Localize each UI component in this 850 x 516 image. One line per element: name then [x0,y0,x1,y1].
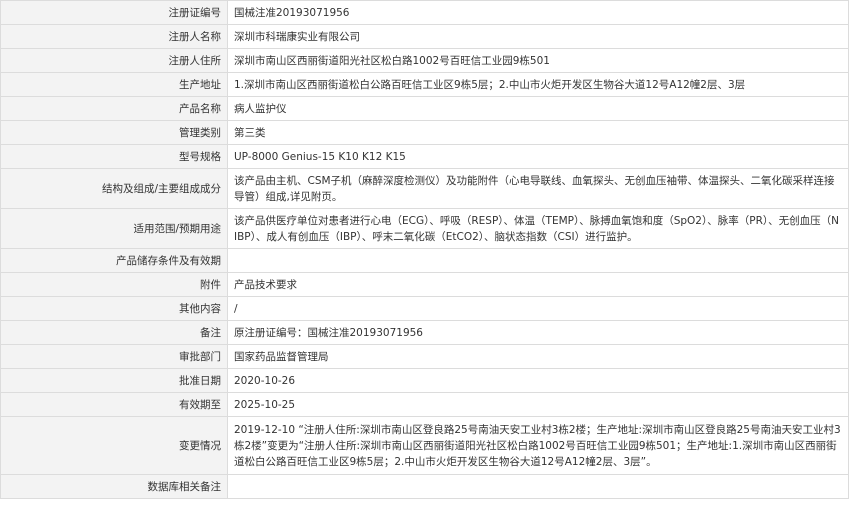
table-row-registrant-name: 注册人名称 深圳市科瑞康实业有限公司 [0,24,849,49]
table-row-registration-number: 注册证编号 国械注准20193071956 [0,0,849,25]
row-value: 深圳市南山区西丽街道阳光社区松白路1002号百旺信工业园9栋501 [227,48,849,73]
row-label: 结构及组成/主要组成成分 [0,168,228,209]
row-label: 注册人名称 [0,24,228,49]
row-label: 变更情况 [0,416,228,475]
table-row-management-category: 管理类别 第三类 [0,120,849,145]
row-value: 1.深圳市南山区西丽街道松白公路百旺信工业区9栋5层；2.中山市火炬开发区生物谷… [227,72,849,97]
table-row-storage-validity: 产品储存条件及有效期 [0,248,849,273]
row-value: 国家药品监督管理局 [227,344,849,369]
row-value [227,248,849,273]
row-label: 产品名称 [0,96,228,121]
table-row-database-remarks: 数据库相关备注 [0,474,849,499]
row-value: 该产品由主机、CSM子机（麻醉深度检测仪）及功能附件（心电导联线、血氧探头、无创… [227,168,849,209]
row-value: 2020-10-26 [227,368,849,393]
row-value: 病人监护仪 [227,96,849,121]
row-label: 适用范围/预期用途 [0,208,228,249]
row-value: 国械注准20193071956 [227,0,849,25]
table-row-product-name: 产品名称 病人监护仪 [0,96,849,121]
row-value: 该产品供医疗单位对患者进行心电（ECG）、呼吸（RESP）、体温（TEMP）、脉… [227,208,849,249]
row-label: 有效期至 [0,392,228,417]
row-label: 其他内容 [0,296,228,321]
row-value: 2025-10-25 [227,392,849,417]
row-label: 附件 [0,272,228,297]
table-row-other-content: 其他内容 / [0,296,849,321]
table-row-approval-department: 审批部门 国家药品监督管理局 [0,344,849,369]
row-value: UP-8000 Genius-15 K10 K12 K15 [227,144,849,169]
table-row-attachment: 附件 产品技术要求 [0,272,849,297]
table-row-remarks: 备注 原注册证编号：国械注准20193071956 [0,320,849,345]
row-value: 2019-12-10 “注册人住所:深圳市南山区登良路25号南油天安工业村3栋2… [227,416,849,475]
row-label: 审批部门 [0,344,228,369]
row-label: 备注 [0,320,228,345]
row-label: 数据库相关备注 [0,474,228,499]
row-label: 注册证编号 [0,0,228,25]
table-row-registrant-address: 注册人住所 深圳市南山区西丽街道阳光社区松白路1002号百旺信工业园9栋501 [0,48,849,73]
table-row-structure-composition: 结构及组成/主要组成成分 该产品由主机、CSM子机（麻醉深度检测仪）及功能附件（… [0,168,849,209]
row-value: 第三类 [227,120,849,145]
row-label: 批准日期 [0,368,228,393]
table-row-approval-date: 批准日期 2020-10-26 [0,368,849,393]
row-value: 深圳市科瑞康实业有限公司 [227,24,849,49]
row-value: 产品技术要求 [227,272,849,297]
row-label: 管理类别 [0,120,228,145]
table-row-valid-until: 有效期至 2025-10-25 [0,392,849,417]
row-label: 型号规格 [0,144,228,169]
row-label: 产品储存条件及有效期 [0,248,228,273]
row-label: 生产地址 [0,72,228,97]
table-row-change-history: 变更情况 2019-12-10 “注册人住所:深圳市南山区登良路25号南油天安工… [0,416,849,475]
table-row-production-address: 生产地址 1.深圳市南山区西丽街道松白公路百旺信工业区9栋5层；2.中山市火炬开… [0,72,849,97]
table-row-model-spec: 型号规格 UP-8000 Genius-15 K10 K12 K15 [0,144,849,169]
registration-record-table: 注册证编号 国械注准20193071956 注册人名称 深圳市科瑞康实业有限公司… [0,0,849,499]
row-value [227,474,849,499]
row-value: 原注册证编号：国械注准20193071956 [227,320,849,345]
row-value: / [227,296,849,321]
row-label: 注册人住所 [0,48,228,73]
table-row-intended-use: 适用范围/预期用途 该产品供医疗单位对患者进行心电（ECG）、呼吸（RESP）、… [0,208,849,249]
